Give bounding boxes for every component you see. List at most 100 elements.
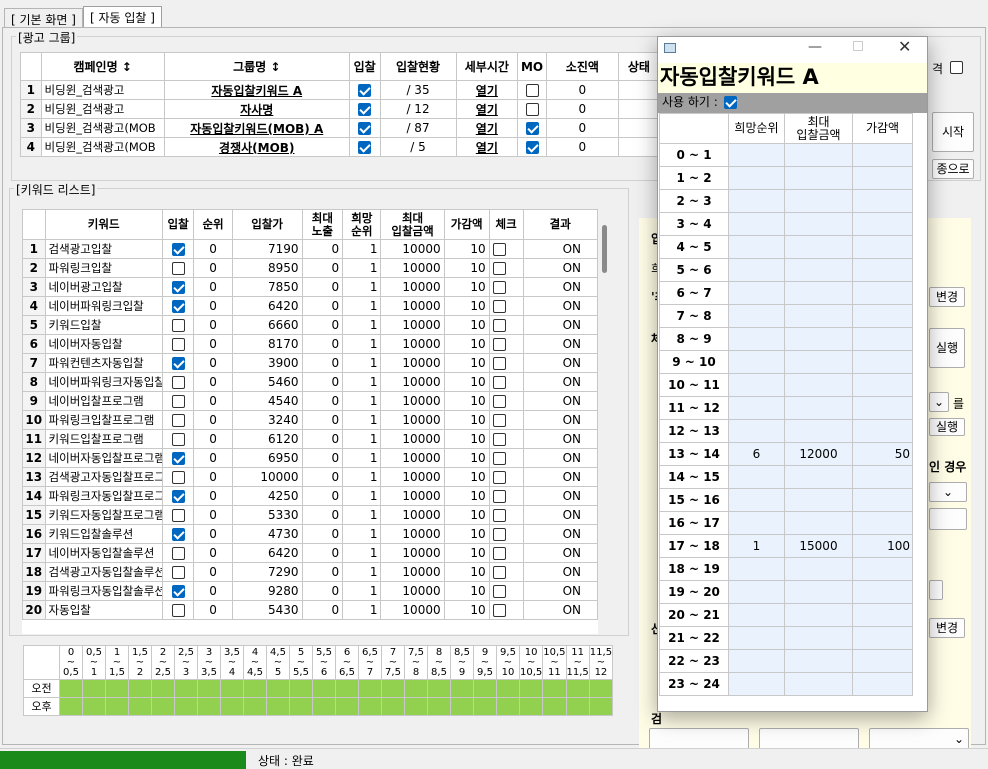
- kw-header-9[interactable]: 결과: [522, 209, 599, 240]
- hour-row[interactable]: 13 ~ 14 6 12000 50: [659, 442, 913, 466]
- adjust-cell[interactable]: [852, 281, 913, 305]
- mo-checkbox[interactable]: [525, 141, 539, 154]
- bid-checkbox[interactable]: [171, 319, 185, 332]
- pm-slot[interactable]: [542, 697, 567, 716]
- kw-header-7[interactable]: 가감액: [443, 209, 490, 240]
- kw-header-5[interactable]: 희망 순위: [342, 209, 382, 240]
- bid-checkbox[interactable]: [171, 604, 185, 617]
- check-checkbox[interactable]: [492, 319, 506, 332]
- hour-row[interactable]: 5 ~ 6: [659, 258, 913, 282]
- check-checkbox[interactable]: [492, 433, 506, 446]
- bid-checkbox[interactable]: [171, 262, 185, 275]
- ad-header-3[interactable]: 입찰현황: [379, 52, 457, 81]
- hour-row[interactable]: 3 ~ 4: [659, 212, 913, 236]
- select-1[interactable]: [649, 728, 749, 750]
- keyword-row[interactable]: 6 네이버자동입찰 0 8170 0 1 10000 10 ON: [22, 334, 599, 354]
- bid-checkbox[interactable]: [171, 300, 185, 313]
- am-slot[interactable]: [381, 679, 405, 698]
- bid-checkbox[interactable]: [171, 585, 185, 598]
- adjust-cell[interactable]: [852, 212, 913, 236]
- change-button-2[interactable]: 변경: [929, 618, 965, 638]
- keyword-row[interactable]: 3 네이버광고입찰 0 7850 0 1 10000 10 ON: [22, 277, 599, 297]
- use-checkbox[interactable]: [723, 96, 737, 109]
- max-bid-cell[interactable]: [784, 327, 853, 351]
- keyword-row[interactable]: 11 키워드입찰프로그램 0 6120 0 1 10000 10 ON: [22, 429, 599, 449]
- adjust-cell[interactable]: [852, 580, 913, 604]
- keyword-row[interactable]: 7 파워컨텐츠자동입찰 0 3900 0 1 10000 10 ON: [22, 353, 599, 373]
- max-bid-cell[interactable]: [784, 465, 853, 489]
- bid-checkbox[interactable]: [171, 509, 185, 522]
- hope-rank-cell[interactable]: [728, 373, 785, 397]
- hour-row[interactable]: 1 ~ 2: [659, 166, 913, 190]
- change-button-1[interactable]: 변경: [929, 287, 965, 307]
- bid-checkbox[interactable]: [358, 141, 372, 154]
- detail-time-link[interactable]: 열기: [455, 99, 519, 119]
- max-bid-cell[interactable]: [784, 488, 853, 512]
- max-bid-cell[interactable]: [784, 189, 853, 213]
- keyword-row[interactable]: 18 검색광고자동입찰솔루션 0 7290 0 1 10000 10 ON: [22, 562, 599, 582]
- check-checkbox[interactable]: [492, 528, 506, 541]
- hope-rank-cell[interactable]: [728, 235, 785, 259]
- check-checkbox[interactable]: [492, 490, 506, 503]
- pm-slot[interactable]: [266, 697, 290, 716]
- pm-slot[interactable]: [289, 697, 313, 716]
- start-button[interactable]: 시작: [932, 112, 974, 152]
- pm-slot[interactable]: [496, 697, 520, 716]
- am-slot[interactable]: [358, 679, 382, 698]
- adjust-cell[interactable]: [852, 350, 913, 374]
- check-checkbox[interactable]: [492, 376, 506, 389]
- hour-row[interactable]: 14 ~ 15: [659, 465, 913, 489]
- am-slot[interactable]: [220, 679, 244, 698]
- max-bid-cell[interactable]: [784, 626, 853, 650]
- check-checkbox[interactable]: [492, 604, 506, 617]
- max-bid-cell[interactable]: [784, 212, 853, 236]
- hour-row[interactable]: 20 ~ 21: [659, 603, 913, 627]
- bid-checkbox[interactable]: [171, 281, 185, 294]
- detail-time-link[interactable]: 열기: [455, 137, 519, 157]
- am-slot[interactable]: [197, 679, 221, 698]
- hope-rank-cell[interactable]: [728, 304, 785, 328]
- adjust-cell[interactable]: [852, 396, 913, 420]
- bid-checkbox[interactable]: [171, 376, 185, 389]
- hope-rank-cell[interactable]: [728, 488, 785, 512]
- am-slot[interactable]: [542, 679, 567, 698]
- hope-rank-cell[interactable]: [728, 419, 785, 443]
- adjust-cell[interactable]: [852, 327, 913, 351]
- pm-slot[interactable]: [105, 697, 129, 716]
- hope-rank-cell[interactable]: [728, 212, 785, 236]
- hour-row[interactable]: 21 ~ 22: [659, 626, 913, 650]
- hour-row[interactable]: 11 ~ 12: [659, 396, 913, 420]
- adjust-cell[interactable]: [852, 419, 913, 443]
- hope-rank-cell[interactable]: [728, 649, 785, 673]
- hour-row[interactable]: 0 ~ 1: [659, 143, 913, 167]
- bid-checkbox[interactable]: [171, 566, 185, 579]
- ad-row[interactable]: 3 비딩윈_검색광고(MOB 자동입찰키워드(MOB) A / 87 열기 0: [20, 118, 661, 138]
- keyword-row[interactable]: 5 키워드입찰 0 6660 0 1 10000 10 ON: [22, 315, 599, 335]
- max-bid-cell[interactable]: [784, 350, 853, 374]
- hour-row[interactable]: 18 ~ 19: [659, 557, 913, 581]
- keyword-row[interactable]: 20 자동입찰 0 5430 0 1 10000 10 ON: [22, 600, 599, 620]
- hour-row[interactable]: 17 ~ 18 1 15000 100: [659, 534, 913, 558]
- check-checkbox[interactable]: [492, 300, 506, 313]
- check-checkbox[interactable]: [492, 471, 506, 484]
- adjust-cell[interactable]: [852, 626, 913, 650]
- bid-checkbox[interactable]: [358, 84, 372, 97]
- hour-row[interactable]: 9 ~ 10: [659, 350, 913, 374]
- am-slot[interactable]: [151, 679, 175, 698]
- mo-checkbox[interactable]: [525, 122, 539, 135]
- group-name-link[interactable]: 자동입찰키워드 A: [163, 80, 350, 100]
- adjust-cell[interactable]: [852, 235, 913, 259]
- ad-row[interactable]: 1 비딩윈_검색광고 자동입찰키워드 A / 35 열기 0: [20, 80, 661, 100]
- hour-row[interactable]: 15 ~ 16: [659, 488, 913, 512]
- input-box-1[interactable]: [929, 508, 967, 530]
- pm-slot[interactable]: [381, 697, 405, 716]
- am-slot[interactable]: [518, 679, 544, 698]
- max-bid-cell[interactable]: 12000: [784, 442, 853, 466]
- hope-rank-cell[interactable]: [728, 672, 785, 696]
- minimize-icon[interactable]: —: [808, 39, 822, 55]
- ad-header-5[interactable]: MO: [517, 52, 547, 81]
- hope-rank-cell[interactable]: 6: [728, 442, 785, 466]
- check-checkbox[interactable]: [492, 585, 506, 598]
- bid-checkbox[interactable]: [171, 528, 185, 541]
- hope-rank-cell[interactable]: [728, 281, 785, 305]
